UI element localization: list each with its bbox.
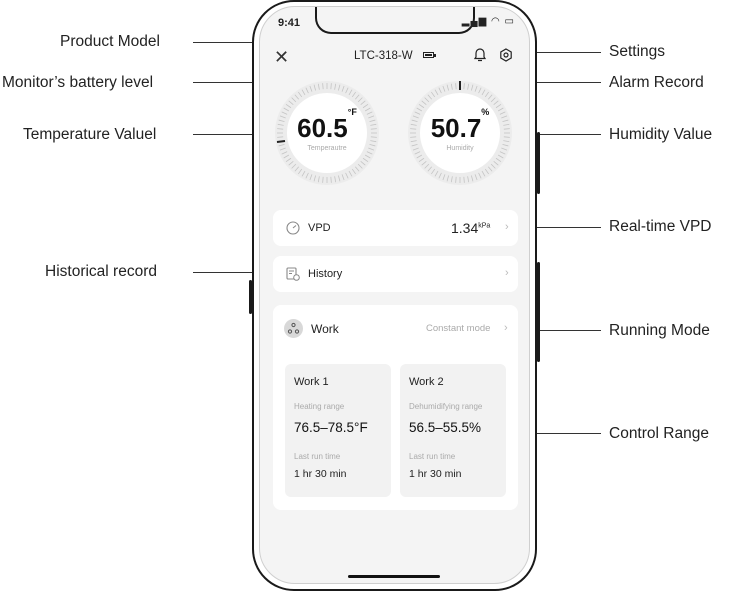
side-button — [537, 132, 540, 194]
vpd-card[interactable]: VPD 1.34kPa › — [273, 210, 518, 246]
work-item-range: 56.5–55.5% — [409, 420, 482, 435]
temperature-label: Temperautre — [307, 145, 347, 152]
work-mode[interactable]: Constant mode — [426, 323, 490, 334]
dial-tick — [330, 83, 332, 90]
gear-icon[interactable] — [499, 48, 513, 62]
status-icons: ▂▄▆ ◠ ▭ — [461, 16, 515, 27]
history-card[interactable]: History › — [273, 256, 518, 292]
chevron-right-icon: › — [505, 221, 509, 233]
work-item-range-label: Dehumidifying range — [409, 402, 483, 411]
annotation-line — [537, 134, 601, 135]
battery-icon — [423, 52, 436, 58]
annotation-control-range: Control Range — [609, 425, 709, 442]
close-icon[interactable]: ✕ — [274, 47, 289, 68]
history-icon — [286, 267, 300, 281]
bell-icon[interactable] — [473, 47, 487, 62]
chevron-right-icon: › — [505, 267, 509, 279]
annotation-battery-level: Monitor’s battery level — [2, 74, 154, 91]
dial-tick — [463, 176, 465, 183]
vpd-label: VPD — [308, 222, 331, 234]
work-label: Work — [311, 322, 339, 336]
work-item-last: 1 hr 30 min — [294, 468, 347, 480]
side-button — [537, 262, 540, 362]
work-item-last-label: Last run time — [409, 452, 456, 461]
annotation-realtime-vpd: Real-time VPD — [609, 218, 712, 235]
product-model: LTC-318-W — [354, 50, 413, 62]
work-item-title: Work 1 — [294, 376, 329, 388]
work-item-2[interactable]: Work 2 Dehumidifying range 56.5–55.5% La… — [400, 364, 506, 497]
humidity-gauge: 50.7% Humidity — [406, 79, 514, 187]
annotation-historical-record: Historical record — [45, 263, 157, 280]
dial-tick — [330, 176, 332, 183]
humidity-label: Humidity — [446, 145, 474, 152]
annotation-temperature-value: Temperature Valuel — [23, 126, 157, 143]
work-icon — [284, 319, 303, 338]
humidity-value: 50.7% — [430, 107, 490, 143]
dial-tick — [322, 176, 324, 183]
annotation-product-model: Product Model — [60, 33, 160, 50]
status-time: 9:41 — [278, 17, 301, 29]
work-item-last: 1 hr 30 min — [409, 468, 462, 480]
dial-tick — [463, 83, 465, 90]
work-item-title: Work 2 — [409, 376, 444, 388]
work-item-range-label: Heating range — [294, 402, 345, 411]
gauge-icon — [286, 221, 300, 235]
history-label: History — [308, 268, 343, 280]
temperature-gauge: 60.5°F Temperautre — [273, 79, 381, 187]
dial-tick — [455, 176, 457, 183]
phone-screen: 9:41 ▂▄▆ ◠ ▭ ✕ LTC-318-W 60.5°F Temperau… — [259, 6, 530, 584]
work-card: Work Constant mode › Work 1 Heating rang… — [273, 305, 518, 510]
chevron-right-icon[interactable]: › — [504, 322, 508, 334]
annotation-settings: Settings — [609, 43, 666, 60]
vpd-value: 1.34kPa — [451, 220, 491, 236]
work-item-last-label: Last run time — [294, 452, 341, 461]
work-item-range: 76.5–78.5°F — [294, 420, 368, 435]
home-indicator — [348, 575, 440, 578]
work-item-1[interactable]: Work 1 Heating range 76.5–78.5°F Last ru… — [285, 364, 391, 497]
annotation-alarm-record: Alarm Record — [609, 74, 704, 91]
dial-tick — [455, 83, 457, 90]
dial-tick — [322, 83, 324, 90]
notch — [315, 7, 475, 34]
temperature-value: 60.5°F — [297, 107, 357, 143]
annotation-humidity-value: Humidity Value — [609, 126, 713, 143]
annotation-running-mode: Running Mode — [609, 322, 710, 339]
